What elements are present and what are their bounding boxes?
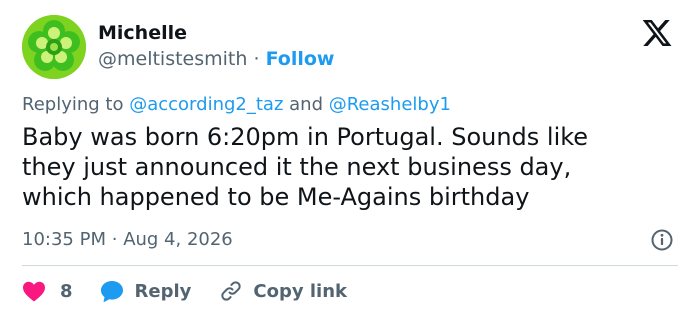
replying-and-label: and [289, 94, 323, 115]
author-handle-line: @meltistesmith · Follow [98, 48, 334, 70]
reply-label: Reply [134, 280, 192, 302]
mention-link[interactable]: @Reashelby1 [329, 94, 451, 115]
tweet-text-line: Baby was born 6:20pm in Portugal. Sounds… [22, 123, 589, 151]
reply-context: Replying to @according2_taz and @Reashel… [22, 94, 451, 115]
speech-bubble-icon [100, 281, 123, 302]
separator-dot: · [253, 48, 260, 70]
link-icon [221, 281, 242, 301]
copy-link-label: Copy link [253, 280, 347, 302]
green-flower-icon [22, 15, 86, 79]
author-handle[interactable]: @meltistesmith [98, 48, 247, 70]
tweet-card: Michelle @meltistesmith · Follow Replyin… [0, 0, 700, 318]
author-name[interactable]: Michelle [98, 22, 187, 44]
like-button[interactable]: 8 [22, 280, 73, 302]
follow-button[interactable]: Follow [266, 48, 335, 70]
heart-icon [23, 281, 45, 302]
tweet-date: Aug 4, 2026 [123, 229, 233, 250]
avatar[interactable] [22, 15, 86, 79]
replying-to-label: Replying to [22, 94, 124, 115]
copy-link-button[interactable]: Copy link [219, 279, 347, 303]
tweet-text: Baby was born 6:20pm in Portugal. Sounds… [22, 122, 682, 212]
action-bar: 8 Reply Copy link [22, 276, 347, 306]
x-logo-icon[interactable] [641, 17, 673, 49]
tweet-timestamp[interactable]: 10:35 PM · Aug 4, 2026 [22, 229, 233, 250]
tweet-text-line: which happened to be Me-Agains birthday [22, 183, 530, 211]
tweet-time: 10:35 PM [22, 229, 106, 250]
timestamp-separator: · [111, 229, 118, 250]
reply-button[interactable]: Reply [99, 279, 192, 303]
info-icon[interactable] [650, 228, 674, 252]
divider [22, 265, 678, 266]
tweet-text-line: they just announced it the next business… [22, 153, 572, 181]
like-count: 8 [60, 280, 73, 302]
mention-link[interactable]: @according2_taz [129, 94, 283, 115]
